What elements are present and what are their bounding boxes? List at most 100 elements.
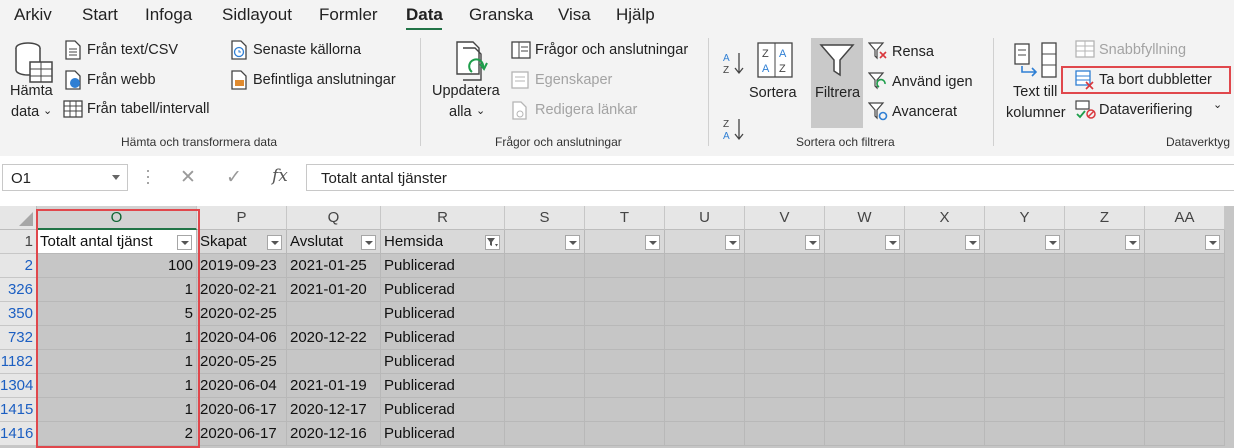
row-header[interactable]: 326 [0, 278, 37, 302]
cell-u[interactable] [665, 350, 745, 374]
tab-sidlayout[interactable]: Sidlayout [222, 5, 292, 25]
cell-w[interactable] [825, 278, 905, 302]
cell-p[interactable]: 2020-06-17 [197, 422, 287, 446]
cell-x[interactable] [905, 398, 985, 422]
cell-q[interactable]: 2021-01-20 [287, 278, 381, 302]
cell-z[interactable] [1065, 254, 1145, 278]
cell-v[interactable] [745, 374, 825, 398]
cell-p[interactable]: 2020-05-25 [197, 350, 287, 374]
cell-t[interactable] [585, 422, 665, 446]
cell-y[interactable] [985, 350, 1065, 374]
cell-z[interactable] [1065, 278, 1145, 302]
cell-aa[interactable] [1145, 374, 1225, 398]
cell-u[interactable] [665, 302, 745, 326]
cell-w[interactable] [825, 422, 905, 446]
cell-aa[interactable] [1145, 302, 1225, 326]
cell-v[interactable] [745, 350, 825, 374]
tab-granska[interactable]: Granska [469, 5, 533, 25]
cell-y[interactable] [985, 326, 1065, 350]
cell-u[interactable] [665, 398, 745, 422]
cell-z[interactable] [1065, 422, 1145, 446]
cell-o[interactable]: 1 [37, 326, 197, 350]
enter-icon[interactable]: ✓ [226, 166, 242, 189]
cell-x[interactable] [905, 254, 985, 278]
cell-r[interactable]: Publicerad [381, 254, 505, 278]
cell-t[interactable] [585, 278, 665, 302]
cell-q[interactable]: 2021-01-19 [287, 374, 381, 398]
cell-u[interactable] [665, 326, 745, 350]
cell-w[interactable] [825, 326, 905, 350]
header-cell-u[interactable] [665, 230, 745, 254]
cell-t[interactable] [585, 350, 665, 374]
filter-dropdown-icon[interactable] [1045, 235, 1060, 250]
header-cell-w[interactable] [825, 230, 905, 254]
cell-t[interactable] [585, 302, 665, 326]
cell-o[interactable]: 1 [37, 350, 197, 374]
row-header[interactable]: 1415 [0, 398, 37, 422]
cell-t[interactable] [585, 254, 665, 278]
cell-p[interactable]: 2020-02-21 [197, 278, 287, 302]
column-header-p[interactable]: P [197, 206, 287, 230]
cell-q[interactable]: 2020-12-16 [287, 422, 381, 446]
cell-w[interactable] [825, 398, 905, 422]
header-cell-y[interactable] [985, 230, 1065, 254]
cell-aa[interactable] [1145, 422, 1225, 446]
cell-p[interactable]: 2020-06-17 [197, 398, 287, 422]
row-header[interactable]: 350 [0, 302, 37, 326]
column-header-o[interactable]: O [37, 206, 197, 230]
cell-o[interactable]: 1 [37, 398, 197, 422]
cell-z[interactable] [1065, 302, 1145, 326]
header-cell-v[interactable] [745, 230, 825, 254]
header-cell-aa[interactable] [1145, 230, 1225, 254]
cell-aa[interactable] [1145, 326, 1225, 350]
cell-w[interactable] [825, 302, 905, 326]
cell-r[interactable]: Publicerad [381, 422, 505, 446]
cell-o[interactable]: 1 [37, 374, 197, 398]
filter-dropdown-icon[interactable] [965, 235, 980, 250]
column-header-r[interactable]: R [381, 206, 505, 230]
cell-t[interactable] [585, 374, 665, 398]
cell-aa[interactable] [1145, 398, 1225, 422]
tab-start[interactable]: Start [82, 5, 118, 25]
tab-infoga[interactable]: Infoga [145, 5, 192, 25]
cell-u[interactable] [665, 278, 745, 302]
drag-handle-icon[interactable] [147, 167, 149, 187]
cell-r[interactable]: Publicerad [381, 302, 505, 326]
cell-o[interactable]: 2 [37, 422, 197, 446]
cell-q[interactable]: 2021-01-25 [287, 254, 381, 278]
cell-y[interactable] [985, 302, 1065, 326]
cell-s[interactable] [505, 254, 585, 278]
cell-v[interactable] [745, 302, 825, 326]
row-header[interactable]: 1182 [0, 350, 37, 374]
filter-dropdown-icon[interactable] [177, 235, 192, 250]
cell-z[interactable] [1065, 374, 1145, 398]
filter-dropdown-icon[interactable] [805, 235, 820, 250]
cell-q[interactable] [287, 350, 381, 374]
column-header-z[interactable]: Z [1065, 206, 1145, 230]
cell-r[interactable]: Publicerad [381, 374, 505, 398]
filter-dropdown-icon[interactable] [885, 235, 900, 250]
cell-q[interactable]: 2020-12-17 [287, 398, 381, 422]
cell-p[interactable]: 2019-09-23 [197, 254, 287, 278]
cell-q[interactable] [287, 302, 381, 326]
filter-active-icon[interactable] [485, 235, 500, 250]
cell-s[interactable] [505, 326, 585, 350]
cell-y[interactable] [985, 254, 1065, 278]
filter-dropdown-icon[interactable] [725, 235, 740, 250]
header-cell-s[interactable] [505, 230, 585, 254]
cell-x[interactable] [905, 326, 985, 350]
cell-s[interactable] [505, 278, 585, 302]
column-header-q[interactable]: Q [287, 206, 381, 230]
insert-function-icon[interactable]: fx [272, 166, 288, 186]
tab-data[interactable]: Data [406, 5, 443, 25]
cell-r[interactable]: Publicerad [381, 326, 505, 350]
cell-x[interactable] [905, 302, 985, 326]
tab-hjalp[interactable]: Hjälp [616, 5, 655, 25]
cell-r[interactable]: Publicerad [381, 350, 505, 374]
cell-x[interactable] [905, 422, 985, 446]
cell-y[interactable] [985, 422, 1065, 446]
cell-o[interactable]: 5 [37, 302, 197, 326]
cell-p[interactable]: 2020-04-06 [197, 326, 287, 350]
row-header[interactable]: 1416 [0, 422, 37, 446]
cell-y[interactable] [985, 398, 1065, 422]
